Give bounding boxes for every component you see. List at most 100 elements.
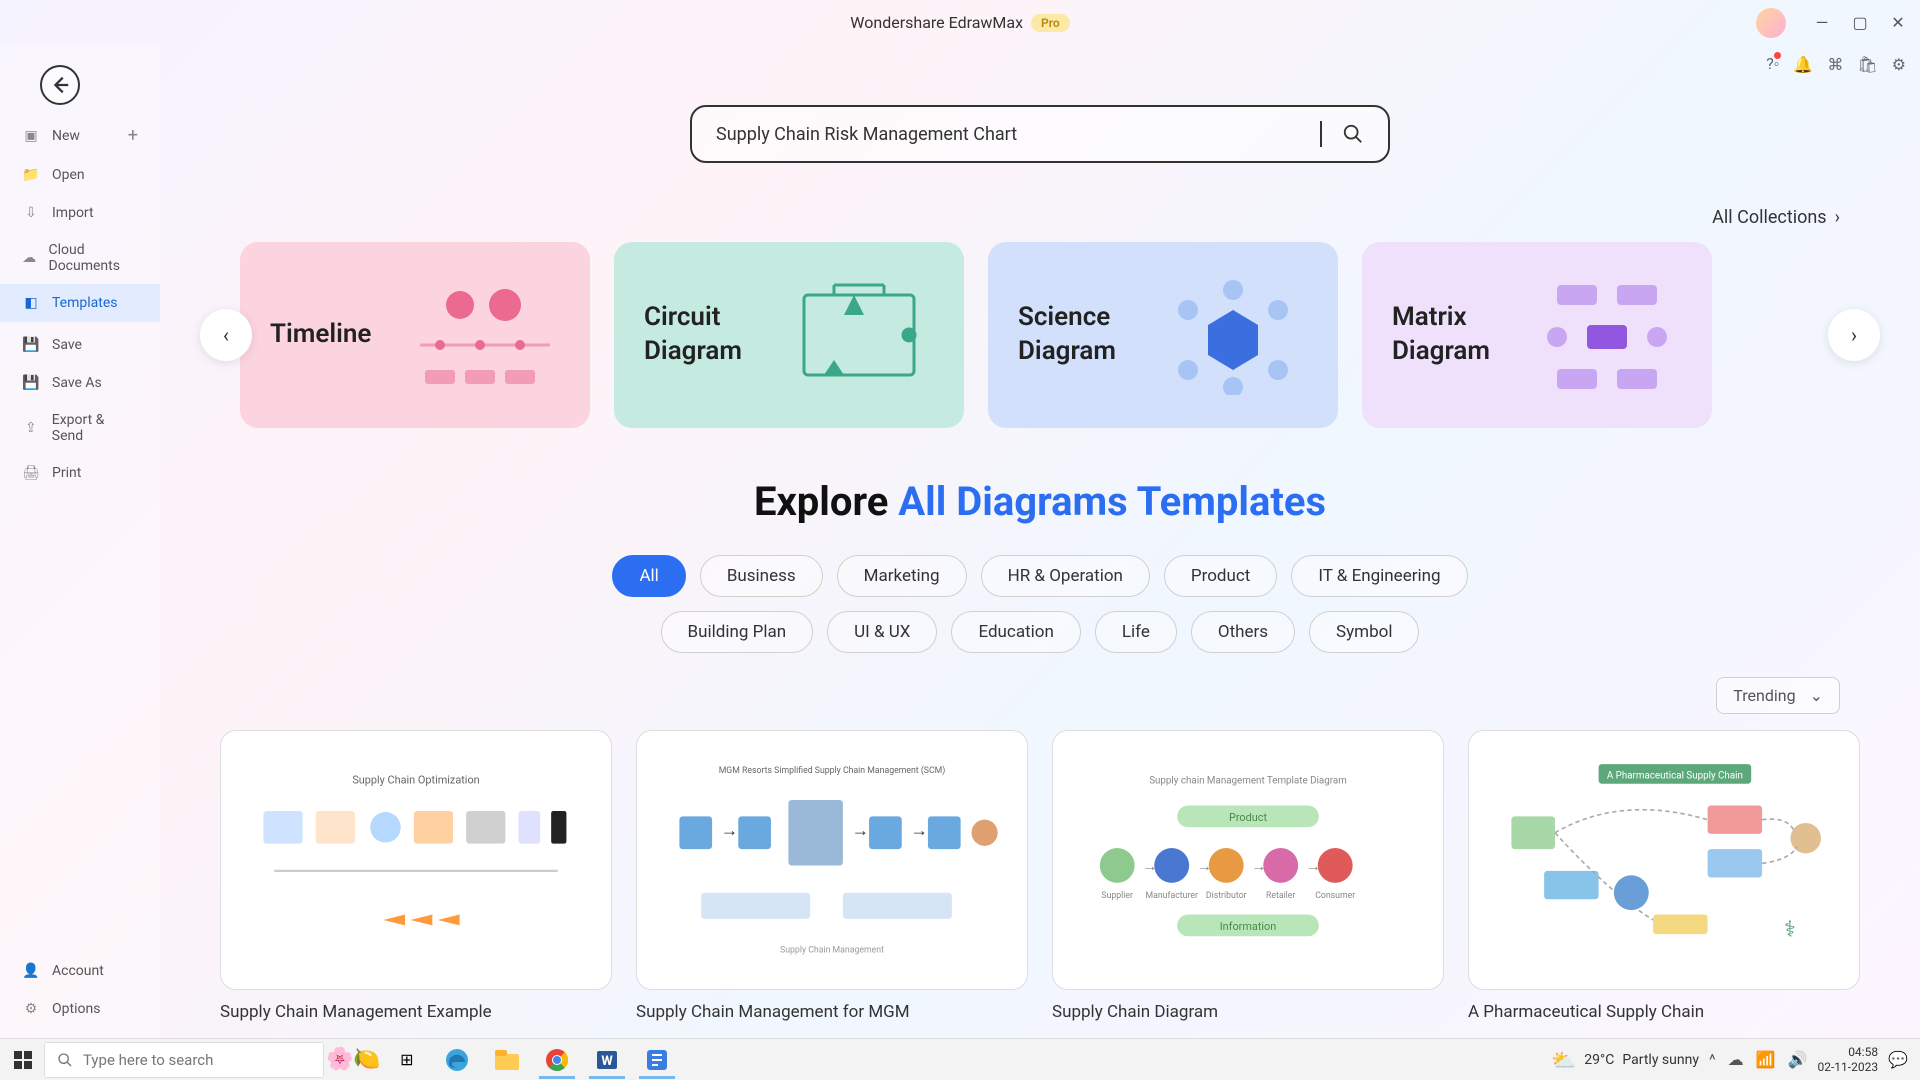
minimize-button[interactable]: — (1810, 11, 1834, 35)
sidebar-label: Account (52, 963, 104, 979)
collection-card-science[interactable]: Science Diagram (988, 242, 1338, 428)
sidebar-label: Save (52, 337, 82, 353)
wifi-icon[interactable]: 📶 (1756, 1050, 1776, 1069)
category-pill-all[interactable]: All (612, 555, 685, 597)
template-card[interactable]: Supply Chain Optimization Supply Chain M… (220, 730, 612, 1022)
collection-title: Science Diagram (1018, 301, 1116, 369)
category-pill-symbol[interactable]: Symbol (1309, 611, 1419, 653)
collection-card-timeline[interactable]: Timeline (240, 242, 590, 428)
sidebar-item-export[interactable]: ⇪ Export & Send (0, 402, 160, 454)
folder-icon: 📁 (22, 166, 40, 184)
svg-text:Consumer: Consumer (1315, 891, 1355, 901)
sidebar-item-account[interactable]: 👤Account (0, 952, 160, 990)
close-button[interactable]: ✕ (1886, 11, 1910, 35)
carousel-next-button[interactable]: › (1828, 309, 1880, 361)
sidebar: ▣New + 📁Open ⇩ Import ☁Cloud Documents ◧ T… (0, 45, 160, 1038)
onedrive-icon[interactable]: ☁ (1728, 1050, 1744, 1069)
category-pill-product[interactable]: Product (1164, 555, 1277, 597)
taskbar-clock[interactable]: 04:58 02-11-2023 (1817, 1045, 1878, 1074)
chevron-right-icon: › (1835, 207, 1840, 228)
edraw-app[interactable] (633, 1041, 681, 1079)
category-pills: All Business Marketing HR & Operation Produc… (570, 555, 1510, 653)
tray-expand-icon[interactable]: ^ (1709, 1050, 1716, 1069)
category-pill-ui-ux[interactable]: UI & UX (827, 611, 937, 653)
taskbar-search[interactable]: Type here to search (44, 1042, 324, 1078)
svg-text:A Pharmaceutical Supply Chain: A Pharmaceutical Supply Chain (1607, 770, 1743, 781)
sidebar-item-save[interactable]: 💾Save (0, 326, 160, 364)
svg-text:⚕: ⚕ (1784, 917, 1796, 942)
search-icon[interactable] (1342, 123, 1364, 145)
word-app[interactable]: W (583, 1041, 631, 1079)
category-pill-education[interactable]: Education (951, 611, 1080, 653)
template-title: Supply Chain Management for MGM (636, 1002, 1028, 1022)
matrix-illustration (1532, 275, 1682, 395)
template-thumbnail: MGM Resorts Simplified Supply Chain Mana… (636, 730, 1028, 990)
category-pill-business[interactable]: Business (700, 555, 823, 597)
category-pill-hr-operation[interactable]: HR & Operation (981, 555, 1150, 597)
edge-app[interactable] (433, 1041, 481, 1079)
sort-dropdown[interactable]: Trending ⌄ (1716, 677, 1840, 714)
sidebar-item-options[interactable]: ⚙Options (0, 990, 160, 1028)
import-icon: ⇩ (22, 204, 40, 222)
svg-text:W: W (601, 1054, 613, 1069)
weather-widget[interactable]: ⛅ 29°C Partly sunny (1551, 1048, 1699, 1072)
svg-text:MGM Resorts Simplified Supply: MGM Resorts Simplified Supply Chain Mana… (719, 765, 946, 776)
sidebar-label: Print (52, 465, 81, 481)
carousel-prev-button[interactable]: ‹ (200, 309, 252, 361)
sidebar-label: Import (52, 205, 94, 221)
svg-text:Product: Product (1229, 811, 1268, 824)
sidebar-item-saveas[interactable]: 💾Save As (0, 364, 160, 402)
timeline-illustration (410, 275, 560, 395)
start-button[interactable] (4, 1041, 42, 1079)
sidebar-item-new[interactable]: ▣New + (0, 115, 160, 156)
collection-card-matrix[interactable]: Matrix Diagram (1362, 242, 1712, 428)
sidebar-item-templates[interactable]: ◧ Templates (0, 284, 160, 322)
search-input[interactable] (716, 124, 1300, 145)
back-button[interactable] (40, 65, 80, 105)
category-pill-marketing[interactable]: Marketing (837, 555, 967, 597)
svg-text:→: → (852, 821, 869, 841)
sidebar-label: Cloud Documents (49, 242, 139, 274)
category-pill-others[interactable]: Others (1191, 611, 1295, 653)
svg-text:Supply chain Management Templa: Supply chain Management Template Diagram (1149, 776, 1347, 787)
save-as-icon: 💾 (22, 374, 40, 392)
template-icon: ◧ (22, 294, 40, 312)
collection-card-circuit[interactable]: Circuit Diagram (614, 242, 964, 428)
collection-title: Circuit Diagram (644, 301, 742, 369)
task-view-button[interactable]: ⊞ (383, 1041, 431, 1079)
taskbar-news-icon[interactable]: 🌸🍋 (326, 1047, 381, 1072)
category-pill-life[interactable]: Life (1095, 611, 1177, 653)
template-card[interactable]: MGM Resorts Simplified Supply Chain Mana… (636, 730, 1028, 1022)
notifications-icon[interactable]: 💬 (1888, 1050, 1908, 1069)
sidebar-label: Export & Send (52, 412, 138, 444)
category-pill-building-plan[interactable]: Building Plan (661, 611, 814, 653)
windows-taskbar: Type here to search 🌸🍋 ⊞ W ⛅ 29°C Partly… (0, 1038, 1920, 1080)
title-bar: Wondershare EdrawMax Pro — ▢ ✕ (0, 0, 1920, 45)
sidebar-label: Templates (52, 295, 118, 311)
svg-text:Supplier: Supplier (1101, 891, 1133, 901)
weather-icon: ⛅ (1551, 1048, 1576, 1072)
export-icon: ⇪ (22, 419, 40, 437)
all-collections-link[interactable]: All Collections› (1712, 207, 1840, 228)
svg-text:→: → (910, 821, 927, 841)
plus-icon: + (128, 125, 138, 146)
sidebar-item-print[interactable]: 🖨Print (0, 454, 160, 492)
science-illustration (1158, 275, 1308, 395)
template-card[interactable]: Supply chain Management Template Diagram… (1052, 730, 1444, 1022)
collection-title: Timeline (270, 318, 371, 352)
volume-icon[interactable]: 🔊 (1788, 1050, 1808, 1069)
search-box (690, 105, 1390, 163)
content-area: All Collections› ‹ Timeline Circuit Diag… (160, 45, 1920, 1038)
collections-carousel: Timeline Circuit Diagram Science Diagram (240, 242, 1840, 428)
sidebar-item-open[interactable]: 📁Open (0, 156, 160, 194)
template-thumbnail: Supply Chain Optimization (220, 730, 612, 990)
user-avatar[interactable] (1756, 8, 1786, 38)
maximize-button[interactable]: ▢ (1848, 11, 1872, 35)
sidebar-item-cloud[interactable]: ☁Cloud Documents (0, 232, 160, 284)
category-pill-it-engineering[interactable]: IT & Engineering (1291, 555, 1467, 597)
sidebar-item-import[interactable]: ⇩ Import (0, 194, 160, 232)
chrome-app[interactable] (533, 1041, 581, 1079)
circuit-illustration (784, 275, 934, 395)
template-card[interactable]: A Pharmaceutical Supply Chain⚕ A Pharmac… (1468, 730, 1860, 1022)
explorer-app[interactable] (483, 1041, 531, 1079)
